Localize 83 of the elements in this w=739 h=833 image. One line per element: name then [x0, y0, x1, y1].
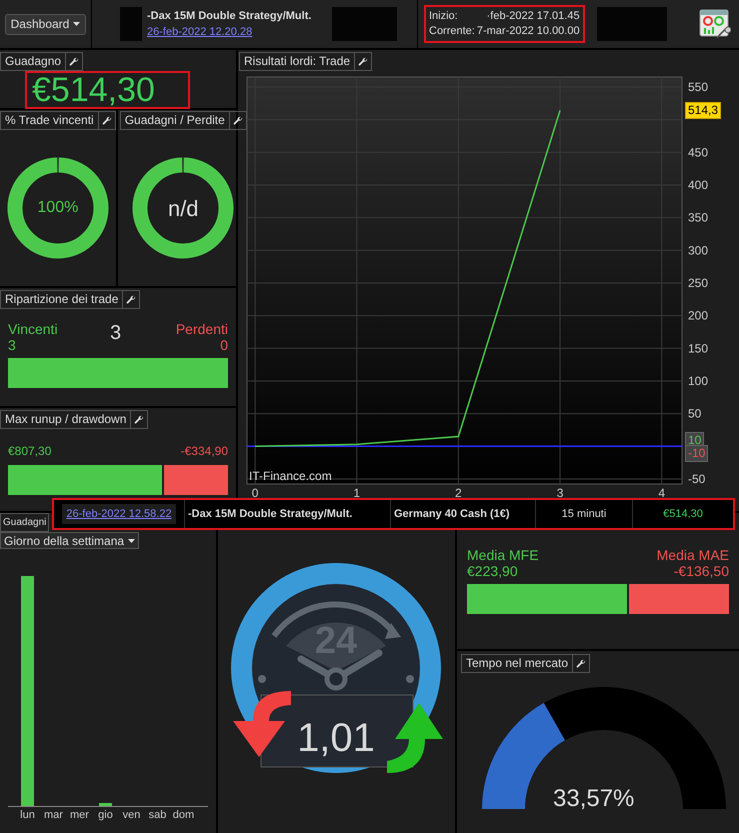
y-tick-label: 200 — [688, 308, 708, 323]
table-cell: Germany 40 Cash (1€) — [390, 500, 535, 528]
day-label: lun — [19, 808, 36, 822]
redaction-block — [332, 7, 397, 41]
panel-title: Max runup / drawdown — [0, 410, 132, 429]
date-link[interactable]: 26-feb-2022 12.58.22 — [62, 504, 176, 524]
y-tick-label: 400 — [688, 178, 708, 192]
duration-value: 1,01 — [297, 716, 375, 760]
weekday-dropdown[interactable]: Giorno della settimana — [0, 532, 140, 549]
drawdown-value: -€334,90 — [180, 443, 228, 460]
y-tick-label: 250 — [688, 276, 708, 290]
wrench-icon — [358, 56, 368, 66]
panel-title: % Trade vincenti — [0, 111, 99, 130]
day-label: sab — [148, 808, 168, 822]
settings-button[interactable] — [123, 290, 140, 309]
gauge-value: 33,57% — [553, 784, 634, 814]
donut-value: n/d — [168, 194, 199, 222]
panel-title: Tempo nel mercato — [461, 654, 574, 673]
donut-value: 100% — [37, 198, 78, 218]
watermark: IT-Finance.com — [249, 469, 332, 483]
y-tick-label: 450 — [688, 145, 708, 160]
settings-button[interactable] — [131, 410, 148, 429]
settings-button[interactable] — [98, 111, 116, 130]
wrench-icon — [134, 414, 144, 424]
y-tick-label: 350 — [688, 210, 708, 225]
day-label: gio — [97, 808, 114, 822]
start-value: ·feb-2022 17.01.45 — [486, 9, 580, 24]
start-label: Inizio: — [429, 9, 459, 24]
redaction-block — [120, 7, 142, 41]
day-label: mer — [69, 808, 90, 822]
panel-title: Guadagni / Perdite — [120, 111, 230, 130]
settings-button[interactable] — [66, 52, 84, 71]
y-tick-label: 50 — [688, 406, 702, 421]
caret-icon — [128, 538, 136, 542]
mfe-label: Media MFE — [467, 547, 539, 563]
x-tick-label: 2 — [455, 486, 462, 500]
runup-value: €807,30 — [8, 443, 52, 460]
mae-value: -€136,50 — [674, 563, 729, 579]
win-count: 3 — [8, 337, 17, 353]
table-cell: €514,30 — [632, 500, 733, 528]
mae-label: Media MAE — [656, 547, 729, 563]
redaction-block — [596, 7, 667, 41]
win-label: Vincenti — [8, 321, 59, 337]
total-count: 3 — [110, 321, 122, 345]
wrench-icon — [69, 56, 80, 66]
x-tick-label: 1 — [353, 486, 360, 500]
settings-button[interactable] — [573, 654, 590, 673]
wrench-icon — [102, 116, 112, 126]
day-label: dom — [172, 808, 196, 822]
y-tick-label: 550 — [688, 80, 708, 94]
settings-button[interactable] — [355, 52, 372, 71]
table-cell: -Dax 15M Double Strategy/Mult. — [184, 500, 390, 528]
table-cell: 15 minuti — [535, 500, 632, 528]
panel-title: Guadagni — [0, 513, 50, 532]
current-value: 7-mar-2022 10.00.00 — [476, 24, 580, 39]
loss-count: 0 — [220, 337, 228, 353]
date-link[interactable]: 26-feb-2022 12.20.28 — [147, 24, 312, 40]
day-label: mar — [43, 808, 64, 822]
panel-title: Ripartizione dei trade — [0, 290, 124, 309]
dashboard-settings-icon[interactable] — [699, 8, 731, 40]
wrench-icon — [576, 658, 586, 668]
panel-title: Risultati lordi: Trade — [239, 52, 356, 71]
day-label: ven — [122, 808, 142, 822]
x-tick-label: 4 — [658, 486, 666, 500]
caret-icon — [73, 22, 80, 26]
y-tick-label: 100 — [688, 374, 708, 388]
current-label: Corrente: — [429, 24, 475, 39]
trade-row[interactable]: 26-feb-2022 12.58.22 -Dax 15M Double Strategy/Mult. Germany 40 Cash (1€) 15 minuti €514,30 — [52, 498, 735, 530]
mfe-value: €223,90 — [467, 563, 519, 579]
value-tag: 514,3 — [685, 102, 722, 120]
wrench-icon — [126, 294, 136, 304]
panel-title: Guadagno — [0, 52, 66, 71]
loss-label: Perdenti — [176, 321, 228, 337]
y-tick-label: 300 — [688, 243, 708, 258]
dashboard-dropdown[interactable]: Dashboard — [4, 14, 86, 34]
x-tick-label: 0 — [252, 486, 258, 500]
strategy-title: -Dax 15M Double Strategy/Mult. — [147, 8, 312, 24]
wrench-icon — [232, 116, 243, 126]
y-tick-label: -50 — [688, 472, 706, 486]
x-tick-label: 3 — [556, 486, 564, 500]
y-tick-label: 150 — [688, 341, 708, 356]
value-tag: -10 — [685, 444, 708, 462]
gain-value: €514,30 — [32, 71, 155, 109]
